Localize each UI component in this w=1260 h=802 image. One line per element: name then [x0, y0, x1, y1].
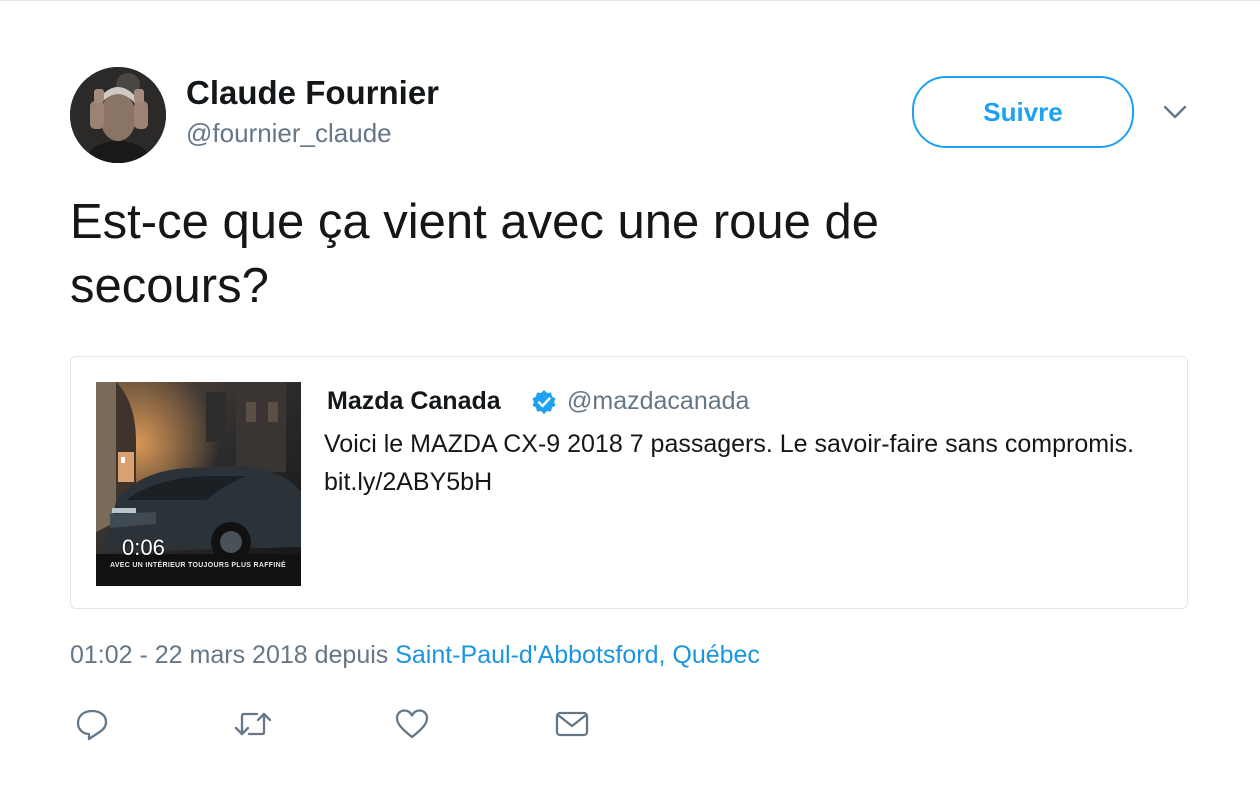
video-caption: AVEC UN INTÉRIEUR TOUJOURS PLUS RAFFINÉ — [110, 562, 286, 569]
heart-icon[interactable] — [394, 706, 430, 742]
location-link[interactable]: Saint-Paul-d'Abbotsford, Québec — [395, 641, 760, 669]
retweet-icon[interactable] — [233, 706, 272, 742]
tweet-text: Est-ce que ça vient avec une roue de sec… — [70, 195, 880, 313]
meta-separator: - — [132, 641, 155, 669]
tweet-date[interactable]: 22 mars 2018 — [155, 641, 308, 669]
avatar[interactable] — [70, 67, 166, 163]
quoted-handle: @mazdacanada — [567, 387, 750, 415]
author-handle[interactable]: @fournier_claude — [186, 118, 392, 149]
quoted-tweet-text: Voici le MAZDA CX-9 2018 7 passagers. Le… — [324, 430, 1135, 496]
follow-button[interactable]: Suivre — [912, 76, 1134, 148]
tweet-metadata: 01:02 - 22 mars 2018 depuis Saint-Paul-d… — [70, 641, 760, 670]
divider — [0, 0, 1260, 1]
source-prefix: depuis — [307, 641, 396, 669]
chevron-down-icon[interactable] — [1160, 97, 1190, 127]
verified-badge-icon — [531, 389, 557, 415]
tweet-time[interactable]: 01:02 — [70, 641, 133, 669]
avatar-photo — [70, 67, 166, 163]
reply-icon[interactable] — [74, 706, 110, 742]
tweet-detail-page: Claude Fournier @fournier_claude Suivre … — [0, 0, 1260, 802]
video-thumbnail[interactable]: 0:06 AVEC UN INTÉRIEUR TOUJOURS PLUS RAF… — [96, 382, 301, 586]
envelope-icon[interactable] — [554, 706, 590, 742]
author-display-name[interactable]: Claude Fournier — [186, 74, 439, 112]
video-duration: 0:06 — [122, 535, 165, 560]
quoted-tweet-card[interactable]: 0:06 AVEC UN INTÉRIEUR TOUJOURS PLUS RAF… — [70, 356, 1188, 609]
quoted-display-name: Mazda Canada — [327, 387, 501, 415]
